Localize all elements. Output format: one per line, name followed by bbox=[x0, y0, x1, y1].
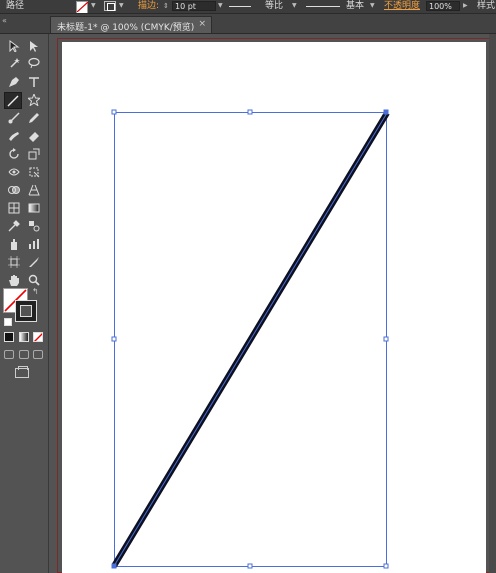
handle-top-right[interactable] bbox=[383, 109, 389, 115]
handle-bottom-center[interactable] bbox=[247, 563, 253, 569]
handle-top-left[interactable] bbox=[111, 109, 117, 115]
path-highlight bbox=[113, 112, 388, 567]
artwork-layer bbox=[111, 109, 390, 569]
handle-middle-right[interactable] bbox=[383, 336, 389, 342]
handle-bottom-right[interactable] bbox=[383, 563, 389, 569]
handle-middle-left[interactable] bbox=[111, 336, 117, 342]
handle-bottom-left[interactable] bbox=[111, 563, 117, 569]
handle-top-center[interactable] bbox=[247, 109, 253, 115]
